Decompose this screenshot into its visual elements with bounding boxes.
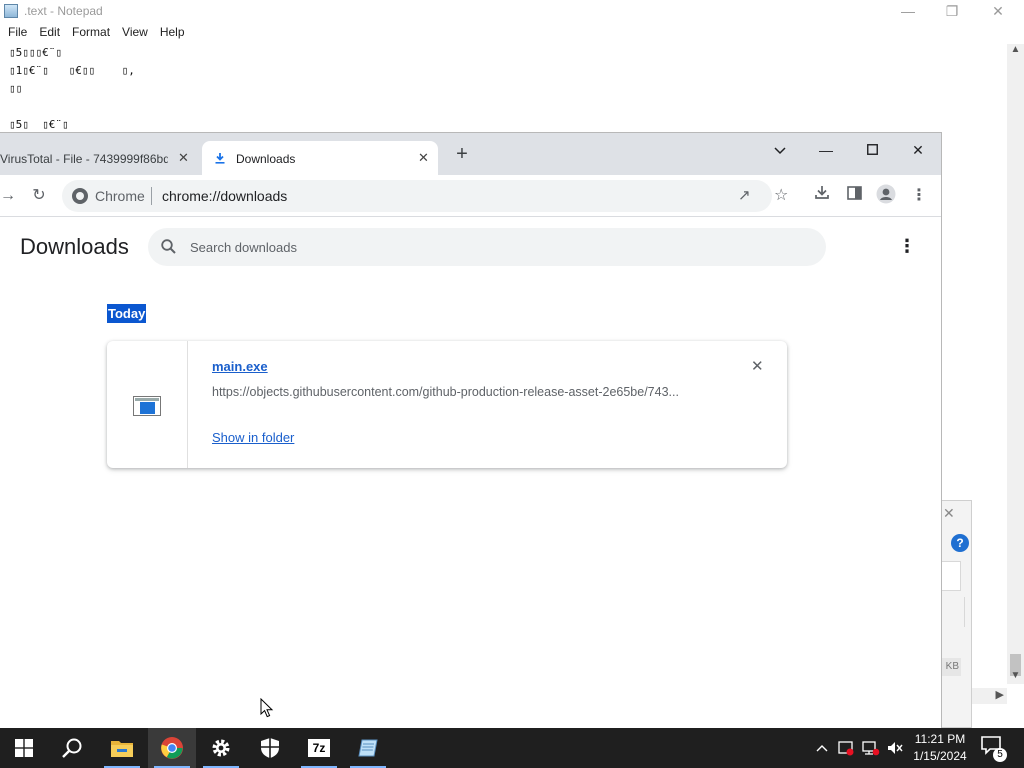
dialog-field	[941, 561, 961, 591]
volume-muted-icon	[888, 742, 903, 754]
tab-title: Downloads	[236, 152, 296, 166]
browser-toolbar: → ↻ Chrome chrome://downloads ↗ ☆ ⋮	[0, 175, 941, 217]
tab-search-button[interactable]	[757, 137, 803, 165]
notification-center-button[interactable]: 5	[980, 735, 1007, 762]
7zip-icon: 7z	[308, 739, 330, 757]
menu-edit[interactable]: Edit	[31, 24, 60, 42]
clock-date: 1/15/2024	[913, 749, 967, 763]
tab-title: VirusTotal - File - 7439999f86bd9	[0, 152, 168, 166]
remove-download-icon[interactable]: ✕	[751, 357, 764, 375]
minimize-button[interactable]: —	[803, 137, 849, 165]
taskbar: 7z 11:21 PM 1/15/2024 5	[0, 728, 1024, 768]
tab-strip: VirusTotal - File - 7439999f86bd9 ✕ Down…	[0, 133, 941, 175]
taskbar-clock[interactable]: 11:21 PM 1/15/2024	[906, 731, 974, 765]
search-icon	[62, 738, 82, 758]
file-icon-column	[107, 341, 188, 468]
profile-avatar[interactable]	[874, 184, 898, 208]
security-icon	[261, 738, 279, 758]
new-tab-button[interactable]: +	[452, 144, 472, 165]
settings-icon	[212, 739, 230, 757]
side-panel-icon[interactable]	[842, 184, 866, 208]
notification-count-badge: 5	[993, 748, 1007, 762]
chevron-down-icon	[774, 147, 786, 155]
tray-security-alert[interactable]	[836, 728, 856, 768]
menu-view[interactable]: View	[114, 24, 148, 42]
notepad-vertical-scrollbar[interactable]: ▲ ▼	[1007, 44, 1024, 684]
omnibox-site-label: Chrome	[95, 188, 145, 204]
tab-close-icon[interactable]: ✕	[178, 150, 189, 166]
downloads-page: Downloads ⋮ Today main.exe https://objec…	[0, 217, 941, 728]
tray-network[interactable]	[860, 728, 882, 768]
tab-close-icon[interactable]: ✕	[418, 150, 429, 166]
start-icon	[15, 739, 33, 757]
taskbar-notepad[interactable]	[344, 728, 392, 768]
tray-volume[interactable]	[884, 728, 906, 768]
notepad-restore-button[interactable]: ❐	[932, 2, 972, 22]
taskbar-7zip[interactable]: 7z	[295, 728, 343, 768]
taskbar-file-explorer[interactable]	[98, 728, 146, 768]
dialog-size-label: KB	[941, 658, 961, 676]
notepad-close-button[interactable]: ✕	[978, 2, 1018, 22]
close-button[interactable]: ✕	[895, 137, 941, 165]
notepad-text-area[interactable]: ▯5▯▯▯€¨▯ ▯1▯€¨▯ ▯€▯▯ ▯, ▯▯ ▯5▯ ▯€¨▯	[9, 44, 135, 134]
date-header: Today	[107, 304, 147, 323]
help-icon[interactable]: ?	[951, 534, 969, 552]
omnibox-url[interactable]: chrome://downloads	[162, 188, 287, 204]
notepad-app-icon	[4, 4, 18, 18]
chrome-icon	[161, 737, 183, 759]
scroll-down-icon[interactable]: ▼	[1007, 670, 1024, 681]
download-file-name-link[interactable]: main.exe	[212, 359, 268, 374]
reload-icon[interactable]: ↻	[27, 184, 51, 208]
taskbar-search-button[interactable]	[48, 728, 96, 768]
chrome-page-icon	[72, 188, 88, 204]
dialog-close-icon[interactable]: ✕	[943, 505, 955, 522]
taskbar-security[interactable]	[246, 728, 294, 768]
address-bar[interactable]: Chrome chrome://downloads ↗ ☆	[62, 180, 788, 212]
download-icon	[215, 153, 225, 164]
notepad-title: .text - Notepad	[24, 4, 103, 18]
dialog-field	[941, 597, 965, 627]
network-icon	[862, 741, 880, 756]
side-panel-icon	[846, 186, 862, 200]
bookmark-star-icon[interactable]: ☆	[774, 185, 788, 205]
more-actions-icon[interactable]: ⋮	[898, 235, 916, 259]
share-icon[interactable]: ↗	[738, 186, 751, 204]
forward-icon[interactable]: →	[0, 184, 20, 208]
menu-format[interactable]: Format	[64, 24, 110, 42]
taskbar-chrome[interactable]	[148, 728, 196, 768]
download-item: main.exe https://objects.githubuserconte…	[107, 341, 787, 468]
chrome-window[interactable]: VirusTotal - File - 7439999f86bd9 ✕ Down…	[0, 132, 942, 728]
maximize-button[interactable]	[849, 137, 895, 165]
notepad-icon	[358, 739, 378, 757]
security-alert-icon	[838, 741, 854, 756]
download-source-url[interactable]: https://objects.githubusercontent.com/gi…	[212, 385, 712, 399]
notepad-menu-bar: File Edit Format View Help	[0, 24, 189, 42]
search-input[interactable]	[190, 237, 790, 257]
scroll-up-icon[interactable]: ▲	[1007, 44, 1024, 55]
start-button[interactable]	[0, 728, 48, 768]
tab-virustotal[interactable]: VirusTotal - File - 7439999f86bd9 ✕	[0, 141, 200, 175]
page-title: Downloads	[20, 234, 129, 259]
downloads-toolbar-icon[interactable]	[810, 184, 834, 208]
chevron-up-icon	[816, 745, 828, 752]
search-icon	[161, 239, 176, 254]
omnibox-separator	[151, 187, 152, 205]
tab-downloads[interactable]: Downloads ✕	[202, 141, 438, 175]
download-icon	[815, 186, 829, 199]
notepad-title-bar[interactable]: .text - Notepad — ❐ ✕	[0, 0, 1024, 23]
show-in-folder-link[interactable]: Show in folder	[212, 430, 294, 445]
maximize-icon	[866, 144, 878, 155]
search-downloads-box[interactable]	[148, 228, 826, 266]
file-explorer-icon	[111, 741, 133, 757]
avatar-icon	[876, 184, 896, 204]
clock-time: 11:21 PM	[914, 732, 966, 746]
chrome-menu-icon[interactable]: ⋮	[907, 184, 931, 208]
notepad-minimize-button[interactable]: —	[888, 2, 928, 22]
menu-help[interactable]: Help	[152, 24, 185, 42]
menu-file[interactable]: File	[0, 24, 27, 42]
taskbar-settings[interactable]	[197, 728, 245, 768]
show-hidden-icons[interactable]	[812, 728, 832, 768]
mouse-cursor-icon	[260, 698, 274, 718]
executable-file-icon	[133, 396, 161, 416]
